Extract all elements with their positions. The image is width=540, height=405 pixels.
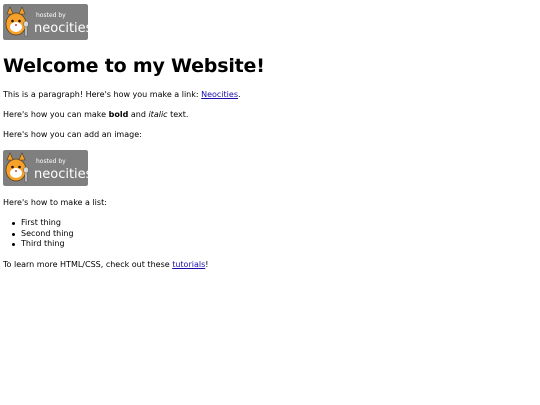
example-list: First thing Second thing Third thing <box>3 218 537 250</box>
paragraph-image: Here's how you can add an image: <box>3 129 142 139</box>
paragraph-formatting: Here's how you can make bold and italic … <box>3 110 537 120</box>
paragraph-formatting-before: Here's how you can make <box>3 109 109 119</box>
neocities-badge-image: hosted by neocities <box>3 149 88 186</box>
paragraph-tutorials-text: To learn more HTML/CSS, check out these <box>3 260 173 270</box>
paragraph-tutorials: To learn more HTML/CSS, check out these … <box>3 260 537 270</box>
list-item: First thing <box>12 218 537 229</box>
paragraph-link: This is a paragraph! Here's how you make… <box>3 90 537 100</box>
tutorials-link[interactable]: tutorials <box>172 260 205 269</box>
paragraph-formatting-after: text. <box>167 109 189 119</box>
paragraph-tutorials-after: ! <box>205 260 209 270</box>
badge-neocities-text: neocities <box>34 21 88 36</box>
list-item: Second thing <box>12 229 537 240</box>
page-content: hosted by neocities Welcome to my Websit… <box>0 0 540 284</box>
neocities-link[interactable]: Neocities <box>201 90 238 99</box>
page-title: Welcome to my Website! <box>3 55 265 77</box>
paragraph-link-after: . <box>238 89 241 99</box>
badge-hosted-by-text: hosted by <box>36 12 66 19</box>
bold-text: bold <box>108 109 129 119</box>
list-item: Third thing <box>12 239 537 250</box>
neocities-badge-top[interactable]: hosted by neocities <box>3 4 88 40</box>
italic-text: italic <box>148 109 168 119</box>
paragraph-formatting-middle: and <box>128 109 149 119</box>
paragraph-link-text: This is a paragraph! Here's how you make… <box>3 89 202 99</box>
badge-neocities-text: neocities <box>34 167 88 182</box>
badge-hosted-by-text: hosted by <box>36 158 66 165</box>
paragraph-list: Here's how to make a list: <box>3 197 107 207</box>
